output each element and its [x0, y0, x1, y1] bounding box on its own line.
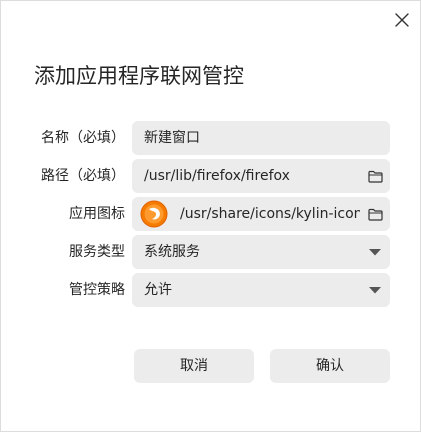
close-icon: [395, 13, 409, 27]
path-browse-button[interactable]: [366, 167, 384, 185]
policy-select[interactable]: 允许: [132, 273, 390, 307]
service-type-dropdown-arrow[interactable]: [366, 243, 384, 261]
service-type-value: 系统服务: [144, 244, 200, 260]
icon-browse-button[interactable]: [366, 205, 384, 223]
path-row: 路径（必填） /usr/lib/firefox/firefox: [1, 159, 421, 193]
icon-path-input[interactable]: /usr/share/icons/kylin-icon-: [132, 197, 390, 231]
path-label: 路径（必填）: [41, 168, 125, 184]
name-input[interactable]: 新建窗口: [132, 121, 390, 155]
policy-value: 允许: [144, 282, 172, 298]
dialog-title: 添加应用程序联网管控: [34, 64, 244, 88]
name-row: 名称（必填） 新建窗口: [1, 121, 421, 155]
confirm-button[interactable]: 确认: [270, 349, 390, 383]
name-label: 名称（必填）: [41, 130, 125, 146]
path-input[interactable]: /usr/lib/firefox/firefox: [132, 159, 390, 193]
close-button[interactable]: [389, 7, 415, 33]
service-type-select[interactable]: 系统服务: [132, 235, 390, 269]
policy-label: 管控策略: [69, 282, 125, 298]
firefox-app-icon: [140, 200, 168, 228]
service-type-label: 服务类型: [69, 244, 125, 260]
icon-path-value: /usr/share/icons/kylin-icon-: [180, 206, 360, 222]
triangle-down-icon: [369, 248, 381, 255]
folder-icon: [367, 170, 383, 183]
folder-icon: [367, 208, 383, 221]
policy-dropdown-arrow[interactable]: [366, 281, 384, 299]
app-icon-row: 应用图标 /usr/share/icons/kylin-icon-: [1, 197, 421, 231]
policy-row: 管控策略 允许: [1, 273, 421, 307]
name-input-value: 新建窗口: [144, 130, 200, 146]
app-icon-label: 应用图标: [69, 206, 125, 222]
triangle-down-icon: [369, 286, 381, 293]
cancel-button[interactable]: 取消: [134, 349, 254, 383]
service-type-row: 服务类型 系统服务: [1, 235, 421, 269]
add-app-network-control-dialog: 添加应用程序联网管控 名称（必填） 新建窗口 路径（必填） /usr/lib/f…: [0, 0, 421, 432]
path-input-value: /usr/lib/firefox/firefox: [144, 168, 290, 184]
